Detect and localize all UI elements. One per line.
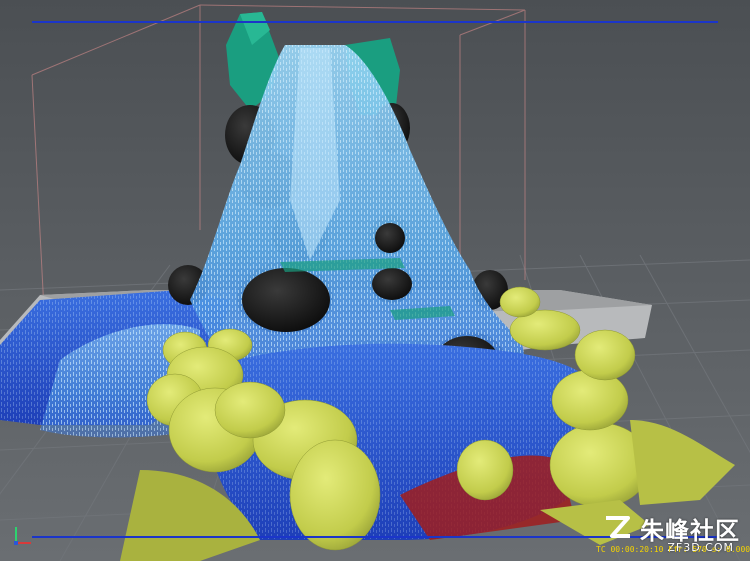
- zf3d-logo-icon: [606, 516, 630, 538]
- timecode-readout: TC 00:00:20:10 Ffr: 570 s: 0.00000: [596, 545, 750, 554]
- viewport-top-guide-line: [32, 21, 718, 23]
- fountain-scene: [0, 0, 750, 561]
- watermark: 朱峰社区 ZF3D.COM: [602, 513, 740, 554]
- 3d-viewport[interactable]: 朱峰社区 ZF3D.COM TC 00:00:20:10 Ffr: 570 s:…: [0, 0, 750, 561]
- axis-gizmo-icon: [14, 527, 31, 545]
